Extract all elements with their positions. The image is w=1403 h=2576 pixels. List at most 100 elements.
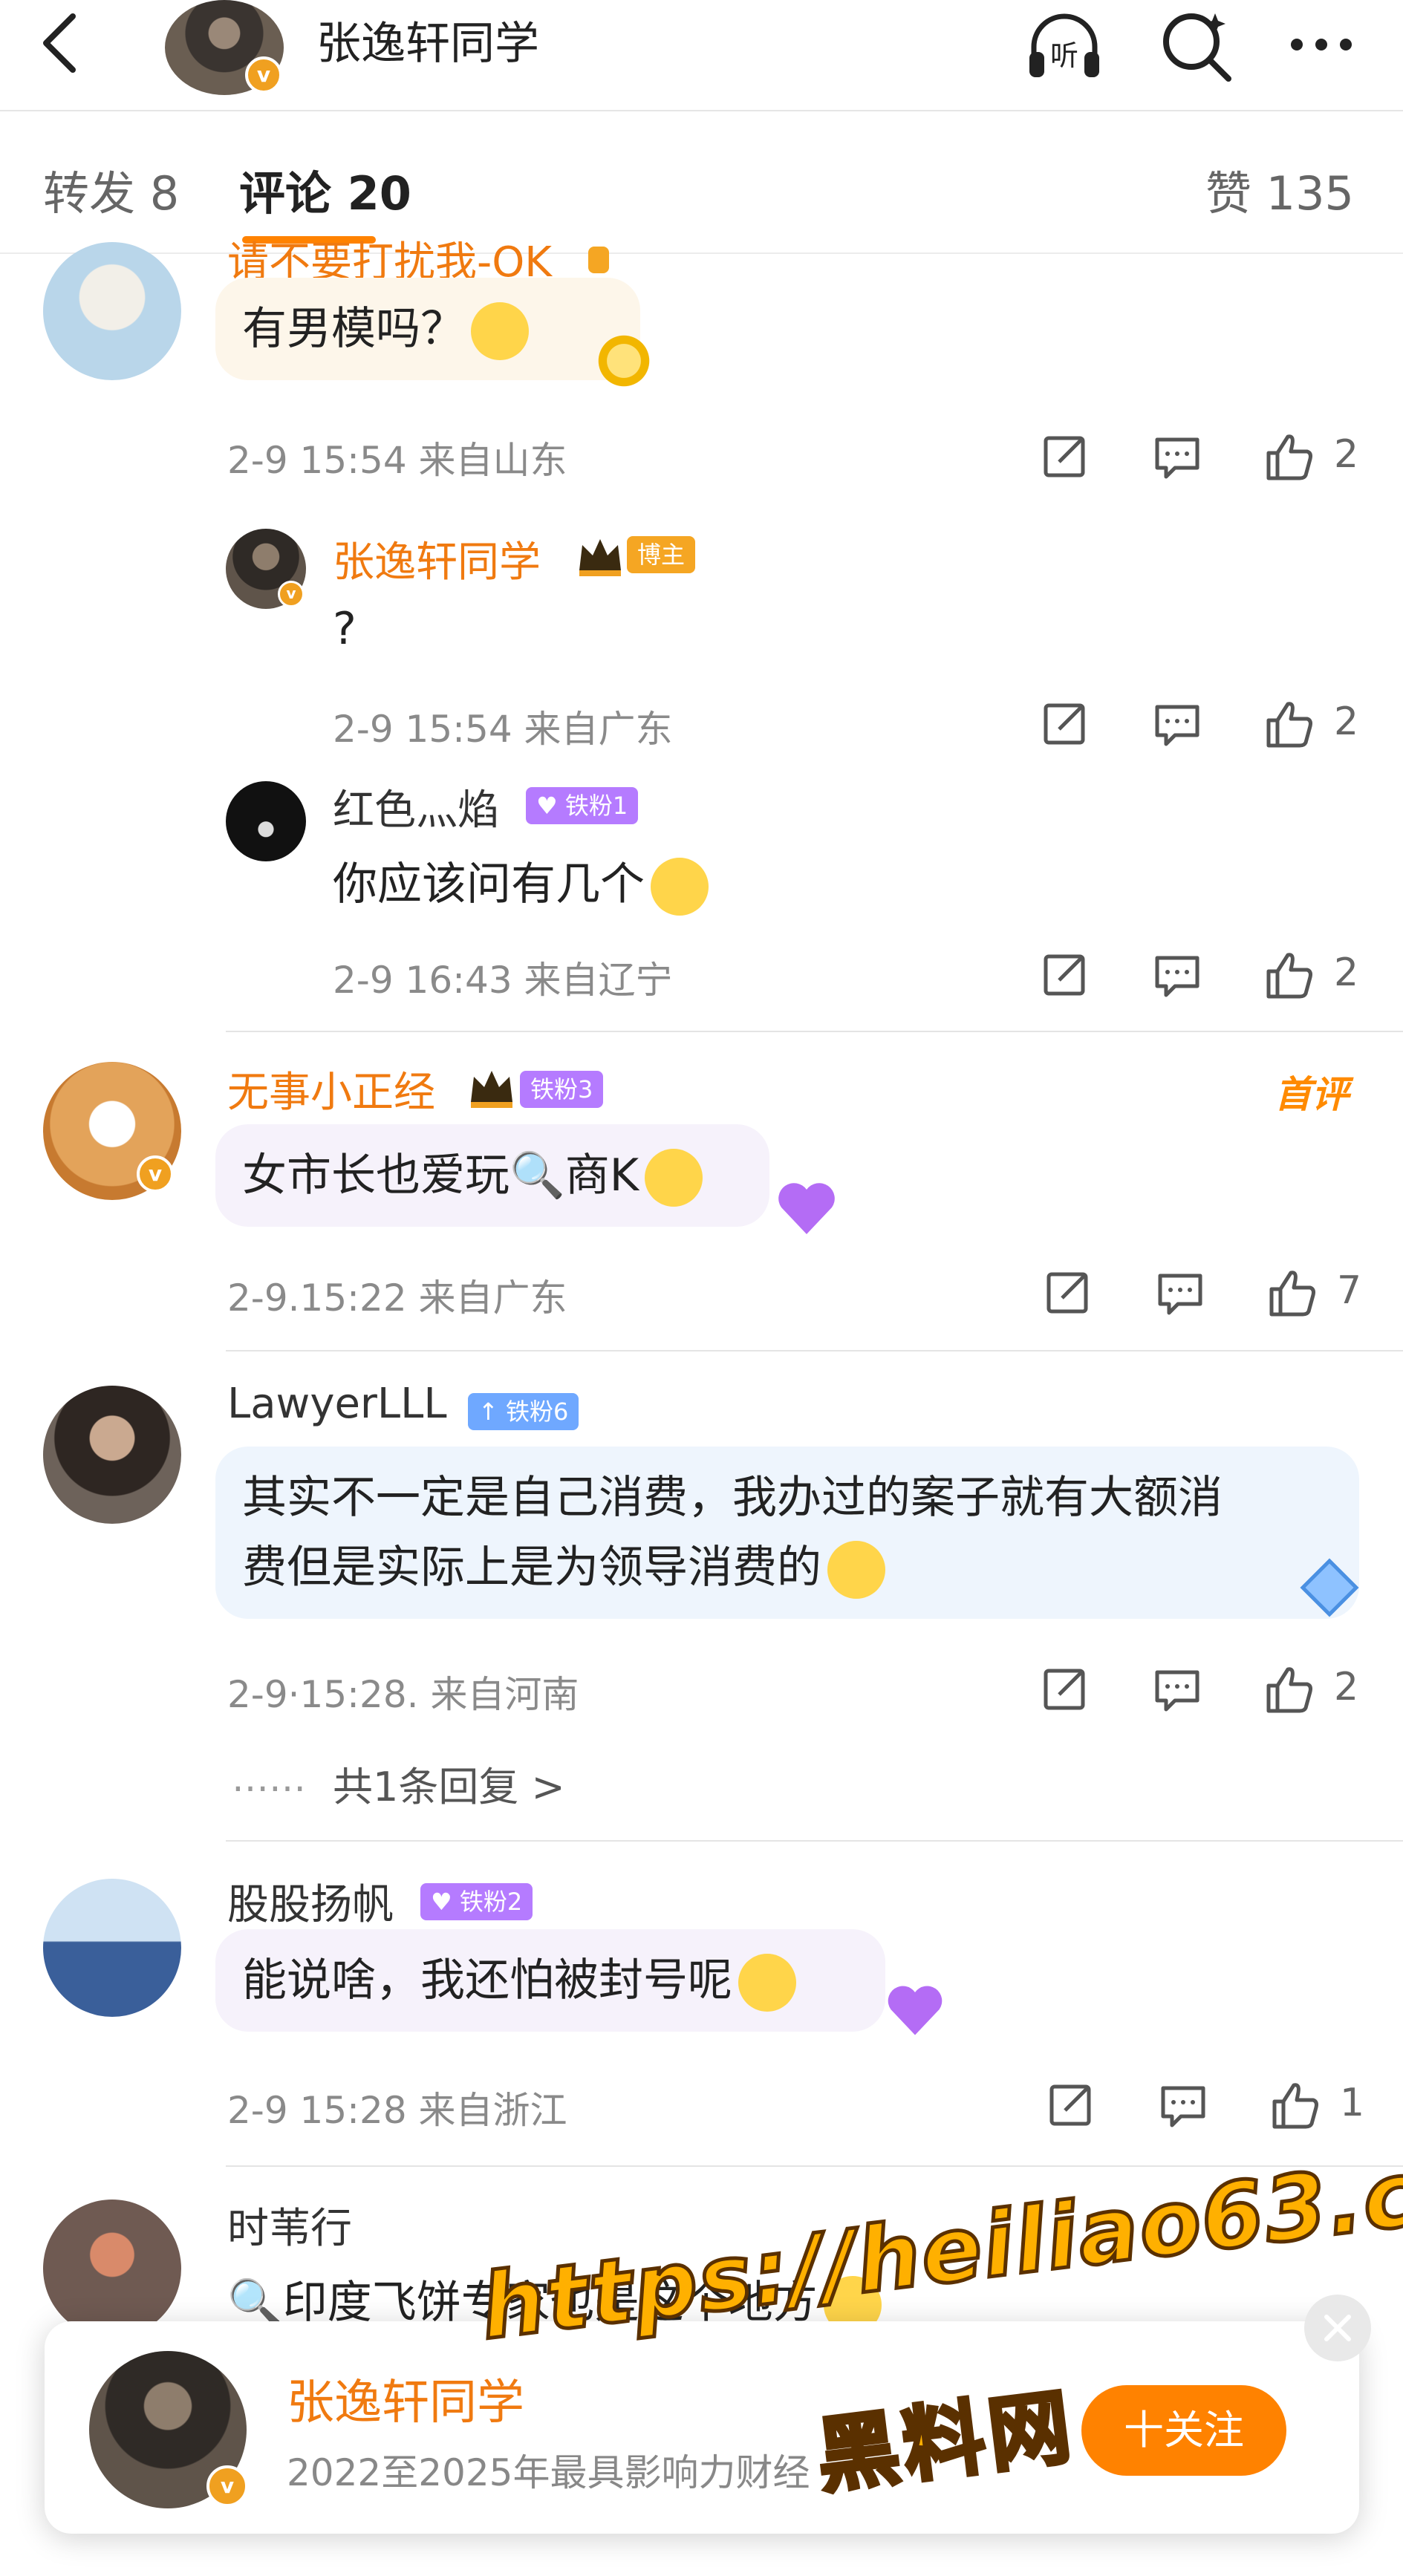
host-badge: 博主: [627, 536, 696, 573]
like-icon[interactable]: [1269, 2079, 1321, 2131]
comment-icon[interactable]: [1151, 698, 1203, 750]
repost-icon[interactable]: [1040, 431, 1092, 483]
username[interactable]: LawyerLLL: [227, 1380, 447, 1428]
divider: [226, 1350, 1403, 1351]
comment-icon[interactable]: [1154, 1267, 1206, 1319]
popup-username[interactable]: 张逸轩同学: [287, 2364, 524, 2433]
like-count: 2: [1334, 432, 1359, 477]
like-icon[interactable]: [1263, 698, 1315, 750]
fan-badge-label: 铁粉1: [564, 792, 628, 820]
repost-icon[interactable]: [1040, 698, 1092, 750]
more-replies-dots: ……: [232, 1757, 306, 1800]
username[interactable]: 时苇行: [227, 2195, 352, 2255]
avatar[interactable]: [43, 242, 181, 380]
comment-text-line2: 费但是实际上是为领导消费的: [242, 1542, 821, 1594]
page-title: 张逸轩同学: [316, 18, 539, 70]
view-replies-link[interactable]: 共1条回复 >: [333, 1754, 565, 1813]
like-count: 2: [1334, 700, 1359, 744]
avatar[interactable]: [43, 1879, 181, 2017]
fan-badge: ↑ 铁粉6: [468, 1393, 579, 1430]
comment-icon[interactable]: [1151, 949, 1203, 1001]
comment-tabs: 转发 8 评论 20 赞 135: [0, 111, 1403, 254]
back-icon[interactable]: [30, 6, 89, 80]
doge-emoji-icon: [738, 1954, 796, 2012]
comment-meta: 2-9 15:54 来自山东: [227, 439, 567, 482]
comment-text-line: 费但是实际上是为领导消费的: [242, 1533, 1332, 1602]
like-icon[interactable]: [1263, 1663, 1315, 1715]
laugh-cry-emoji-icon: [471, 302, 529, 361]
first-comment-tag: 首评: [1275, 1073, 1349, 1116]
fan-badge-label: 铁粉2: [459, 1888, 523, 1916]
follow-suggestion-card: v 张逸轩同学 2022至2025年最具影响力财经 十关注: [45, 2321, 1359, 2534]
crown-icon: [579, 539, 621, 576]
like-count: 2: [1334, 1665, 1359, 1709]
comment-text: 能说啥，我还怕被封号呢: [242, 1954, 732, 2006]
like-count: 1: [1340, 2081, 1365, 2125]
repost-icon[interactable]: [1040, 949, 1092, 1001]
close-icon: [1324, 2315, 1351, 2341]
listen-icon[interactable]: 听: [1023, 6, 1105, 88]
comment-bubble: 能说啥，我还怕被封号呢: [215, 1929, 885, 2032]
verified-badge-icon: v: [206, 2465, 248, 2507]
like-icon[interactable]: [1263, 431, 1315, 483]
comment-meta: 2-9 15:28 来自浙江: [227, 2089, 567, 2132]
username[interactable]: 股股扬帆: [227, 1871, 394, 1931]
username[interactable]: 无事小正经: [227, 1059, 435, 1119]
follow-button[interactable]: 十关注: [1081, 2385, 1286, 2476]
crown-icon: [471, 1071, 512, 1108]
tab-comment[interactable]: 评论 20: [239, 156, 411, 223]
comment-text-content: 你应该问有几个: [333, 858, 645, 910]
comment-text: 有男模吗？: [242, 303, 465, 355]
verified-badge-icon: v: [245, 56, 282, 94]
doge-emoji-icon: [827, 1541, 885, 1600]
diamond-decoration-icon: [1300, 1558, 1359, 1617]
avatar[interactable]: [43, 2200, 181, 2338]
tab-likes[interactable]: 赞 135: [1205, 156, 1354, 223]
verified-badge-icon: v: [137, 1155, 174, 1193]
comment-icon[interactable]: [1157, 2079, 1209, 2131]
comment-icon[interactable]: [1151, 1663, 1203, 1715]
comment-bubble: 其实不一定是自己消费，我办过的案子就有大额消 费但是实际上是为领导消费的: [215, 1447, 1359, 1619]
heart-decoration-icon: [778, 1183, 835, 1234]
comment-icon[interactable]: [1151, 431, 1203, 483]
like-icon[interactable]: [1266, 1267, 1318, 1319]
divider: [226, 1840, 1403, 1842]
like-count: 7: [1337, 1268, 1362, 1313]
shy-emoji-icon: [645, 1149, 703, 1207]
username[interactable]: 张逸轩同学: [333, 529, 541, 589]
top-bar: v 张逸轩同学 听: [0, 0, 1403, 111]
repost-icon[interactable]: [1046, 2079, 1098, 2131]
comment-meta: 2-9.15:22 来自广东: [227, 1276, 567, 1320]
comment-text: ?: [333, 603, 357, 655]
fan-badge: 铁粉3: [520, 1071, 604, 1108]
avatar[interactable]: [43, 1386, 181, 1524]
repost-icon[interactable]: [1043, 1267, 1095, 1319]
divider: [226, 1031, 1403, 1032]
comment-bubble: 有男模吗？: [215, 278, 640, 380]
comment-text: 女市长也爱玩🔍商K: [242, 1150, 639, 1201]
username[interactable]: 红色灬焰: [333, 777, 499, 837]
close-popup-button[interactable]: [1304, 2295, 1371, 2361]
search-icon[interactable]: [1156, 6, 1237, 88]
verified-badge-icon: v: [278, 581, 305, 607]
avatar[interactable]: [226, 781, 306, 861]
fan-badge: ♥ 铁粉1: [526, 787, 639, 824]
comment-meta: 2-9 15:54 来自广东: [333, 708, 673, 751]
repost-icon[interactable]: [1040, 1663, 1092, 1715]
more-icon[interactable]: [1280, 6, 1362, 88]
thinking-emoji-icon: [651, 858, 709, 916]
heart-decoration-icon: [888, 1986, 943, 2035]
fan-badge-label: 铁粉6: [505, 1398, 569, 1426]
like-icon[interactable]: [1263, 949, 1315, 1001]
svg-text:听: 听: [1050, 39, 1078, 72]
comment-text-line: 其实不一定是自己消费，我办过的案子就有大额消: [242, 1472, 1223, 1524]
comment-bubble: 女市长也爱玩🔍商K: [215, 1124, 770, 1227]
comment-meta: 2-9 16:43 来自辽宁: [333, 959, 673, 1002]
like-count: 2: [1334, 950, 1359, 995]
fan-badge: ♥ 铁粉2: [420, 1883, 533, 1920]
fan-badge: [588, 247, 609, 273]
comment-text: 你应该问有几个: [333, 848, 709, 916]
tab-repost[interactable]: 转发 8: [43, 156, 179, 223]
coin-decoration-icon: [594, 331, 654, 391]
popup-description: 2022至2025年最具影响力财经: [287, 2451, 810, 2494]
